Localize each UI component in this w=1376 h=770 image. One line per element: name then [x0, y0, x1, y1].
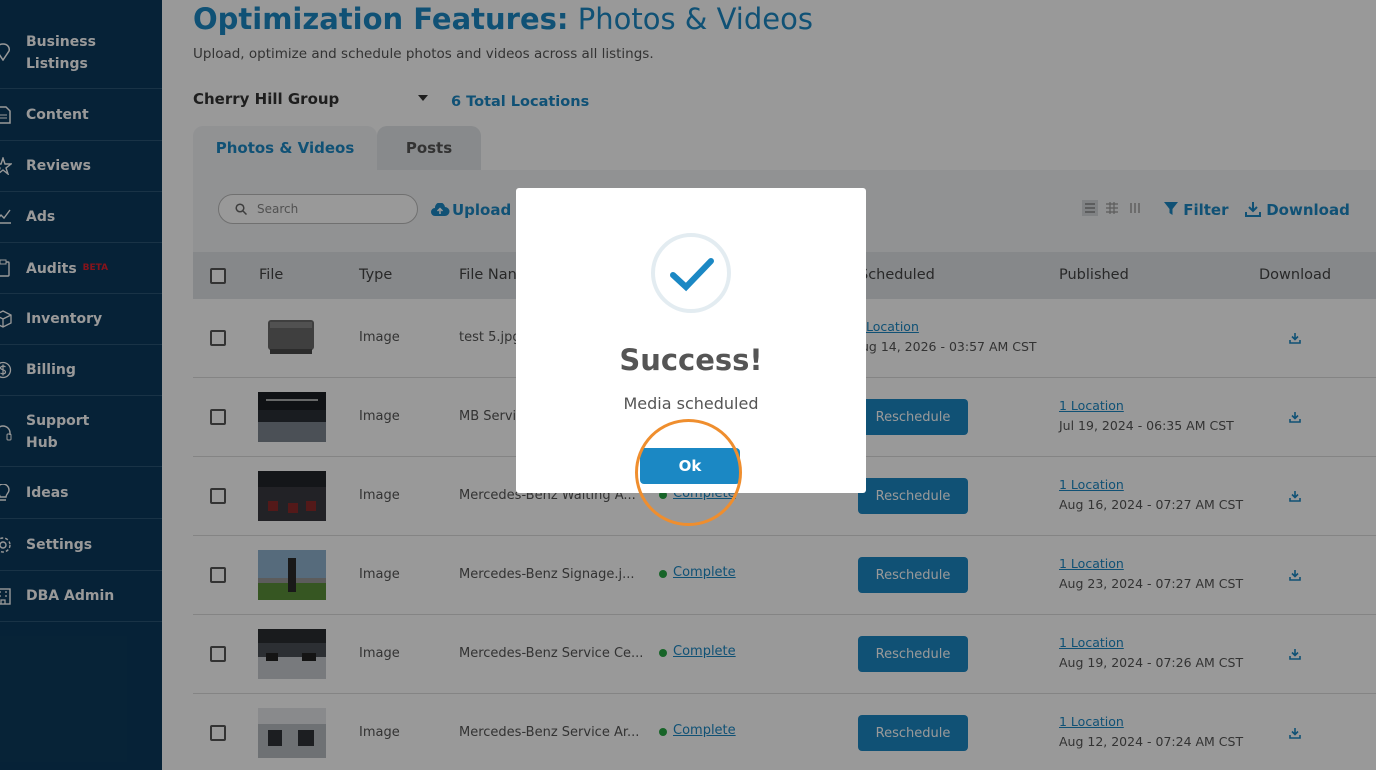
checkmark-icon	[670, 258, 714, 292]
click-highlight-ring	[635, 419, 742, 526]
modal-title: Success!	[619, 343, 763, 377]
success-check-circle	[651, 233, 731, 313]
modal-message: Media scheduled	[623, 394, 759, 413]
